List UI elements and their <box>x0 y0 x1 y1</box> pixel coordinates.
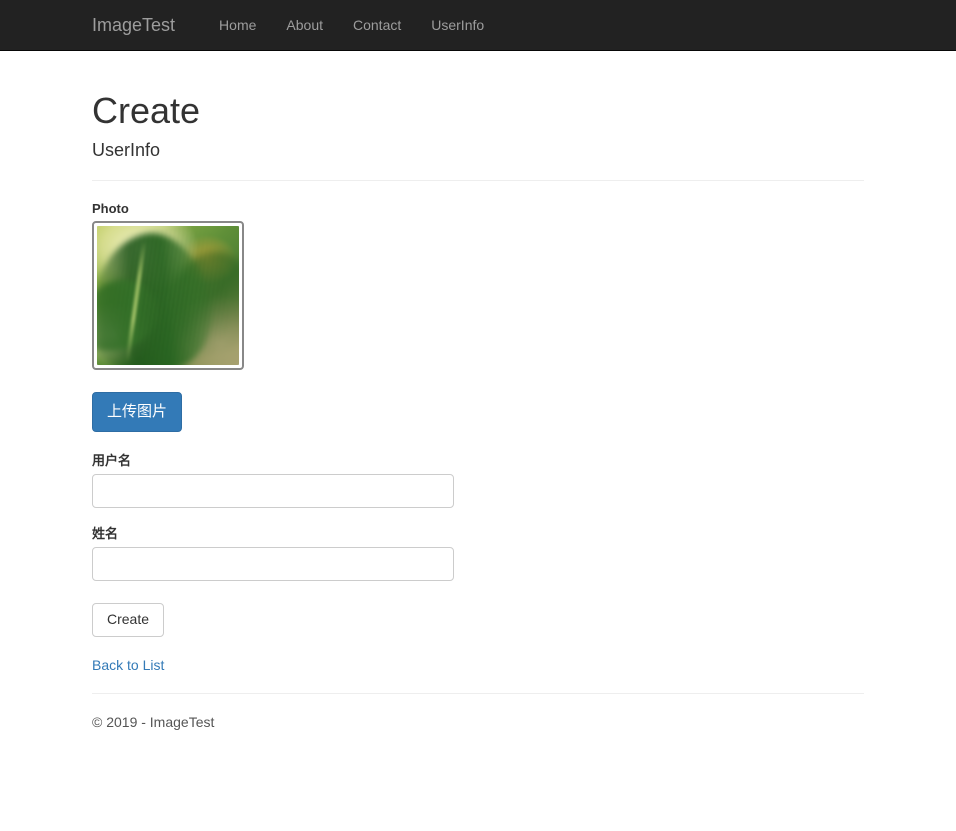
top-navbar: ImageTest Home About Contact UserInfo <box>0 0 956 51</box>
photo-label: Photo <box>92 201 129 217</box>
page-container: Create UserInfo Photo 上传图片 用户名 姓名 Create… <box>92 51 864 730</box>
header-divider <box>92 180 864 182</box>
username-group: 用户名 <box>92 450 864 508</box>
navbar-links: Home About Contact UserInfo <box>204 17 499 33</box>
nav-link-userinfo[interactable]: UserInfo <box>416 17 499 33</box>
page-title: Create <box>92 90 201 131</box>
photo-image <box>97 226 239 366</box>
footer-copyright: © 2019 - ImageTest <box>92 713 215 730</box>
page-subtitle: UserInfo <box>92 139 161 160</box>
photo-leaf-striations <box>101 226 235 366</box>
fullname-label: 姓名 <box>92 525 119 541</box>
upload-button-wrap: 上传图片 <box>92 392 864 432</box>
nav-link-about[interactable]: About <box>271 17 338 33</box>
back-to-list-link[interactable]: Back to List <box>92 657 164 673</box>
page-footer: © 2019 - ImageTest <box>92 692 864 730</box>
nav-link-home[interactable]: Home <box>204 17 271 33</box>
nav-link-contact[interactable]: Contact <box>338 17 416 33</box>
navbar-brand[interactable]: ImageTest <box>92 15 175 35</box>
create-button[interactable]: Create <box>92 602 165 637</box>
username-label: 用户名 <box>92 452 132 468</box>
photo-group: Photo <box>92 201 864 371</box>
create-userinfo-form: Photo 上传图片 用户名 姓名 Create <box>92 201 864 637</box>
upload-image-button[interactable]: 上传图片 <box>92 392 183 432</box>
footer-divider <box>92 692 864 694</box>
navbar-inner: ImageTest Home About Contact UserInfo <box>92 15 864 35</box>
fullname-input[interactable] <box>92 546 454 581</box>
photo-thumbnail-frame[interactable] <box>92 221 244 371</box>
submit-wrap: Create <box>92 602 864 637</box>
username-input[interactable] <box>92 473 454 508</box>
fullname-group: 姓名 <box>92 523 864 581</box>
